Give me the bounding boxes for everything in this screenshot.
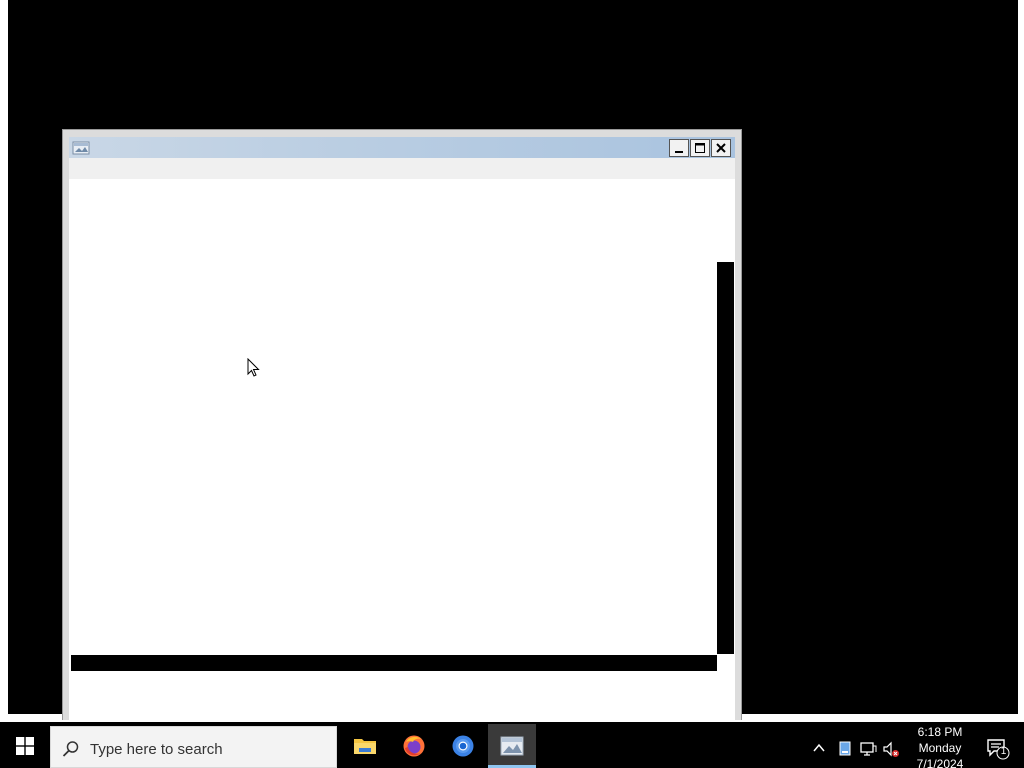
window-menubar [69,158,735,179]
close-button[interactable] [711,139,731,157]
desktop-frame-right [1018,0,1024,720]
clock-date: 7/1/2024 [916,757,964,768]
search-placeholder[interactable]: Type here to search [90,741,223,758]
volume-muted-icon[interactable] [882,740,900,758]
windows-logo-icon [16,737,34,755]
window-titlebar[interactable] [69,137,735,158]
minimize-button[interactable] [669,139,689,157]
notification-count: 1 [1000,746,1007,757]
taskbar-chrome[interactable] [439,724,487,768]
close-icon [716,143,726,153]
start-button[interactable] [0,724,50,768]
action-center-button[interactable]: 1 [986,738,1010,760]
app-window-icon [500,736,524,756]
tray-overflow-chevron-icon[interactable] [812,741,826,753]
app-window-icon[interactable] [72,141,90,155]
clock-time: 6:18 PM [917,725,963,739]
folder-icon [354,739,376,754]
clock-day: Monday [918,741,962,755]
maximize-button[interactable] [690,139,710,157]
maximize-icon [695,143,705,153]
minimize-icon [675,151,683,153]
taskbar-firefox[interactable] [390,724,438,768]
chrome-icon [452,735,474,757]
search-icon [62,740,80,758]
taskbar-active-app[interactable] [488,724,536,768]
desktop [0,0,1024,768]
horizontal-scrollbar[interactable] [71,655,717,671]
vertical-scrollbar[interactable] [717,262,734,654]
window-client-area[interactable] [69,179,735,722]
tray-device-icon[interactable] [836,740,854,758]
firefox-icon [403,735,425,757]
desktop-frame-left [0,0,8,720]
taskbar-file-explorer[interactable] [341,724,389,768]
taskbar-clock[interactable]: 6:18 PM Monday 7/1/2024 [908,724,972,768]
mouse-pointer-icon [247,357,261,378]
network-icon[interactable] [859,740,877,758]
